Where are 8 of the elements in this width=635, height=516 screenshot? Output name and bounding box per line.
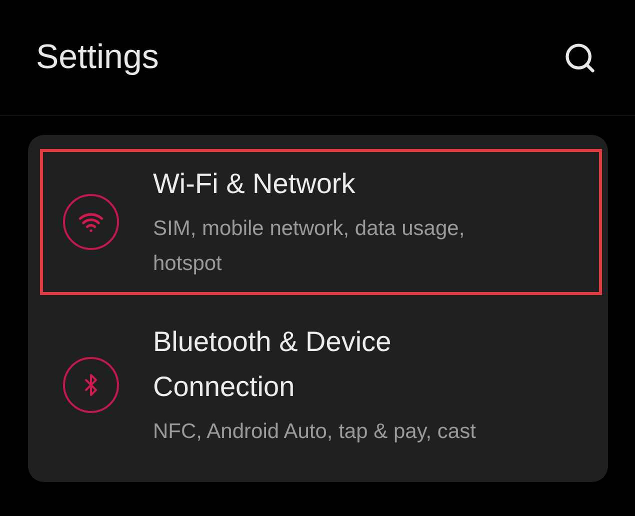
item-subtitle: NFC, Android Auto, tap & pay, cast <box>153 418 476 445</box>
item-subtitle: SIM, mobile network, data usage, hotspot <box>153 216 466 278</box>
item-title: Bluetooth & Device Connection <box>153 325 392 404</box>
page-title: Settings <box>36 38 159 77</box>
settings-item[interactable]: Wi-Fi & Network SIM, mobile network, data usage, hotspot <box>40 149 602 296</box>
settings-item[interactable]: Bluetooth & Device Connection NFC, Android Auto, tap & pay, cast <box>40 307 602 462</box>
item-title: Wi-Fi & Network <box>153 167 356 201</box>
search-button[interactable] <box>563 40 597 74</box>
